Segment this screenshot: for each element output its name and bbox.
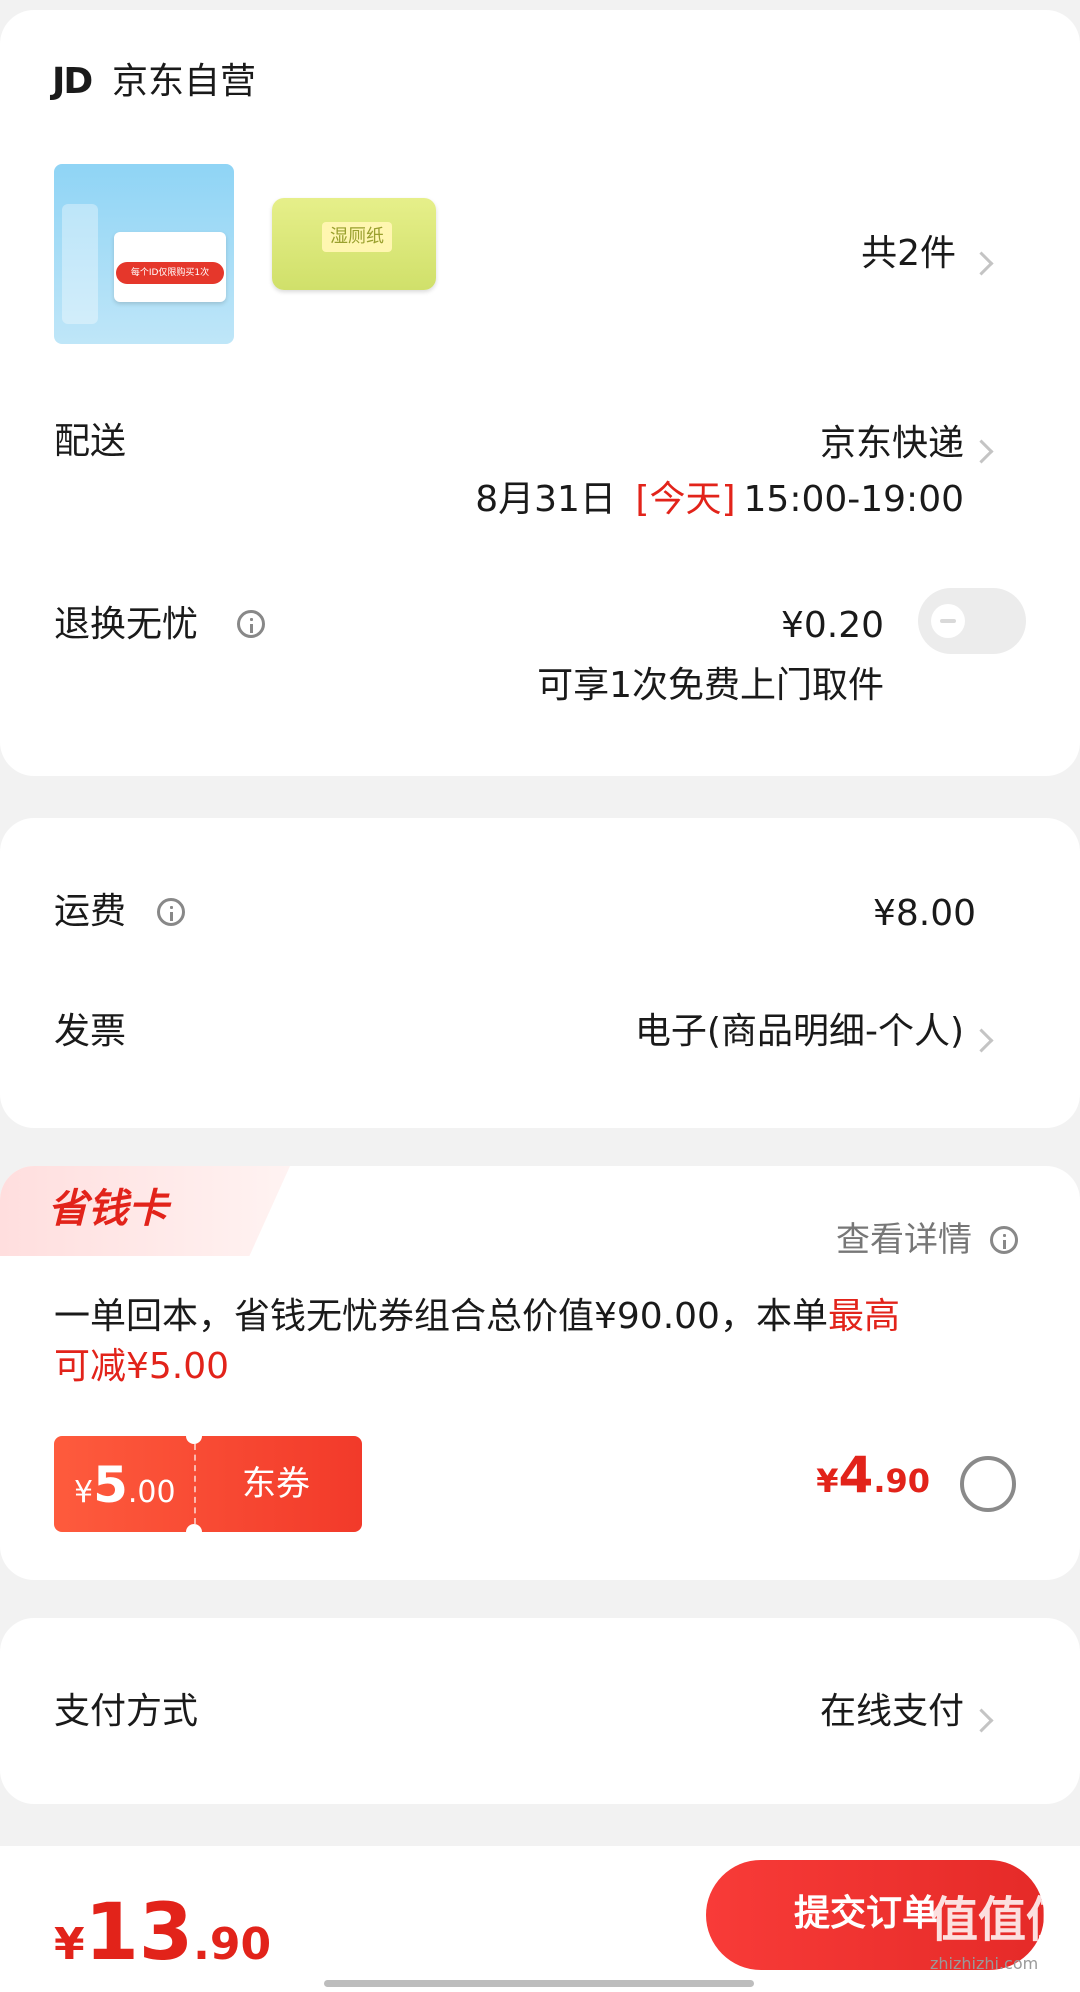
watermark-text: 值值值: [930, 1892, 1075, 1948]
invoice-label: 发票: [54, 1011, 127, 1052]
description-highlight: 最高: [827, 1296, 900, 1337]
shipping-label: 运费: [54, 891, 127, 932]
product-image-text: 湿厕纸: [322, 222, 392, 252]
coupon-decimal: .00: [127, 1475, 176, 1510]
coupon-ticket[interactable]: ¥5.00 东券: [54, 1428, 362, 1540]
submit-order-label: 提交订单: [794, 1893, 939, 1934]
savings-card: 省钱卡 查看详情 一单回本，省钱无忧券组合总价值¥90.00，本单最高可减¥5.…: [0, 1166, 1080, 1580]
return-insurance-description: 可享1次免费上门取件: [537, 665, 884, 706]
checkout-footer: ¥13.90 提交订单 值值值 zhizhizhi.com: [0, 1846, 1080, 1992]
toggle-knob: [931, 604, 965, 638]
chevron-right-icon[interactable]: [969, 1708, 994, 1733]
delivery-date: 8月31日: [475, 479, 616, 520]
coupon-value: 5: [93, 1456, 128, 1514]
return-insurance-toggle[interactable]: [918, 588, 1026, 654]
savings-description: 一单回本，省钱无忧券组合总价值¥90.00，本单最高可减¥5.00: [54, 1292, 1034, 1392]
total-currency: ¥: [54, 1919, 85, 1970]
shipping-value: ¥8.00: [872, 893, 976, 934]
watermark-url: zhizhizhi.com: [930, 1954, 1039, 1973]
delivery-label: 配送: [54, 421, 127, 462]
details-link[interactable]: 查看详情: [836, 1218, 972, 1262]
fees-card: 运费 ¥8.00 发票 电子(商品明细-个人): [0, 818, 1080, 1128]
total-decimal: .90: [193, 1919, 272, 1970]
chevron-right-icon[interactable]: [969, 1028, 994, 1053]
info-icon[interactable]: [990, 1226, 1018, 1254]
order-store-card: JD 京东自营 每个ID仅限购买1次 湿厕纸 共2件 配送 京东快递 8月31日…: [0, 10, 1080, 776]
product-count[interactable]: 共2件: [861, 232, 956, 276]
price-value: 4: [838, 1446, 874, 1504]
total-value: 13: [84, 1888, 194, 1978]
coupon-amount: ¥5.00: [74, 1456, 176, 1514]
jd-logo-icon: JD: [52, 61, 93, 102]
chevron-right-icon[interactable]: [969, 439, 994, 464]
savings-card-price: ¥4.90: [816, 1446, 930, 1504]
coupon-type: 东券: [242, 1464, 310, 1504]
payment-value[interactable]: 在线支付: [820, 1690, 964, 1734]
store-name: 京东自营: [112, 61, 257, 102]
coupon-divider: [194, 1444, 196, 1524]
invoice-value[interactable]: 电子(商品明细-个人): [635, 1010, 964, 1054]
delivery-time-window: 15:00-19:00: [743, 479, 964, 520]
info-icon[interactable]: [237, 610, 265, 638]
return-insurance-price: ¥0.20: [780, 605, 884, 646]
home-indicator: [324, 1980, 754, 1987]
payment-label: 支付方式: [54, 1691, 199, 1732]
price-currency: ¥: [816, 1462, 839, 1500]
delivery-time[interactable]: 8月31日 [今天] 15:00-19:00: [475, 478, 964, 522]
payment-card: 支付方式 在线支付: [0, 1618, 1080, 1804]
promo-strip: 每个ID仅限购买1次: [116, 262, 224, 284]
price-decimal: .90: [873, 1462, 930, 1500]
product-thumbnail[interactable]: 每个ID仅限购买1次: [54, 164, 234, 344]
product-thumbnail[interactable]: 湿厕纸: [264, 198, 444, 290]
savings-card-radio[interactable]: [960, 1456, 1016, 1512]
return-insurance-label: 退换无忧: [54, 604, 199, 645]
savings-card-title: 省钱卡: [48, 1186, 168, 1232]
description-text: 一单回本，省钱无忧券组合总价值¥90.00，本单: [54, 1296, 828, 1337]
order-total: ¥13.90: [54, 1888, 271, 1978]
chevron-right-icon[interactable]: [969, 251, 994, 276]
coupon-currency: ¥: [74, 1475, 94, 1510]
today-tag: [今天]: [635, 479, 736, 520]
description-highlight: 可减¥5.00: [54, 1346, 230, 1387]
info-icon[interactable]: [157, 898, 185, 926]
delivery-method[interactable]: 京东快递: [820, 422, 964, 466]
